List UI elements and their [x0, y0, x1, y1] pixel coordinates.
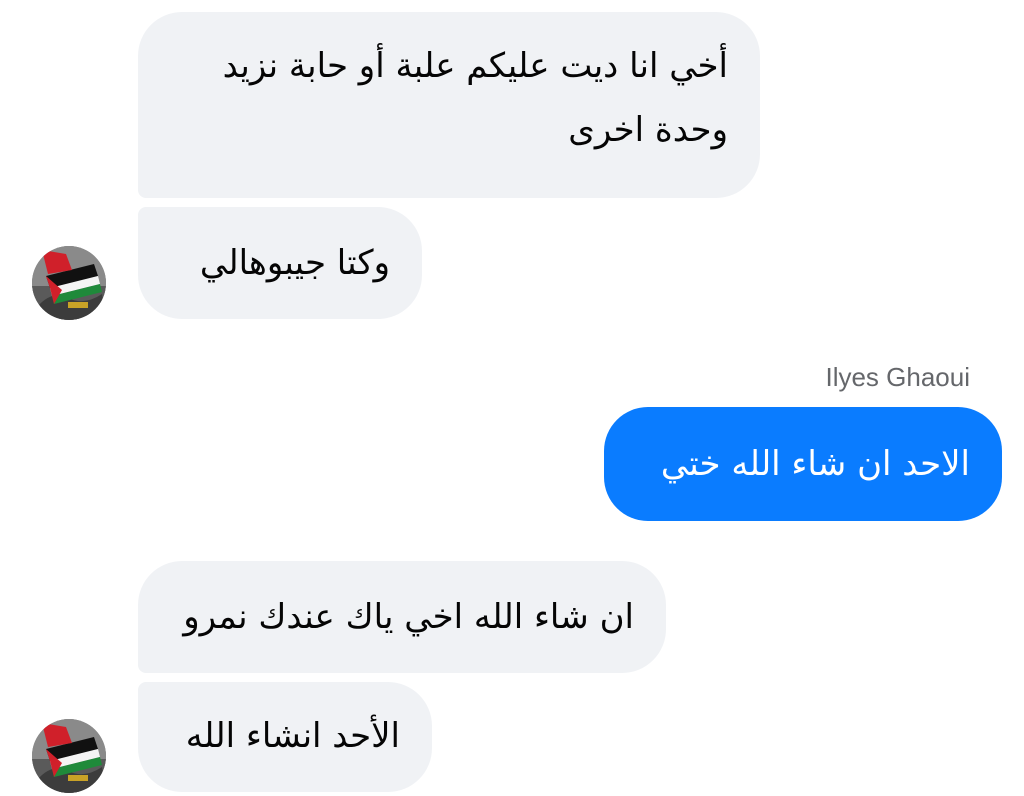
incoming-message[interactable]: ان شاء الله اخي ياك عندك نمرو [138, 561, 666, 673]
outgoing-message[interactable]: الاحد ان شاء الله ختي [604, 407, 1002, 521]
palestine-flag-avatar-icon [32, 719, 106, 793]
palestine-flag-avatar-icon [32, 246, 106, 320]
incoming-message[interactable]: أخي انا ديت عليكم علبة أو حابة نزيد وحدة… [138, 12, 760, 198]
sender-name: Ilyes Ghaoui [825, 362, 970, 392]
contact-avatar[interactable] [32, 246, 106, 320]
contact-avatar[interactable] [32, 719, 106, 793]
incoming-message[interactable]: وكتا جيبوهالي [138, 207, 422, 319]
incoming-message[interactable]: الأحد انشاء الله [138, 682, 432, 792]
chat-thread: أخي انا ديت عليكم علبة أو حابة نزيد وحدة… [0, 0, 1024, 796]
